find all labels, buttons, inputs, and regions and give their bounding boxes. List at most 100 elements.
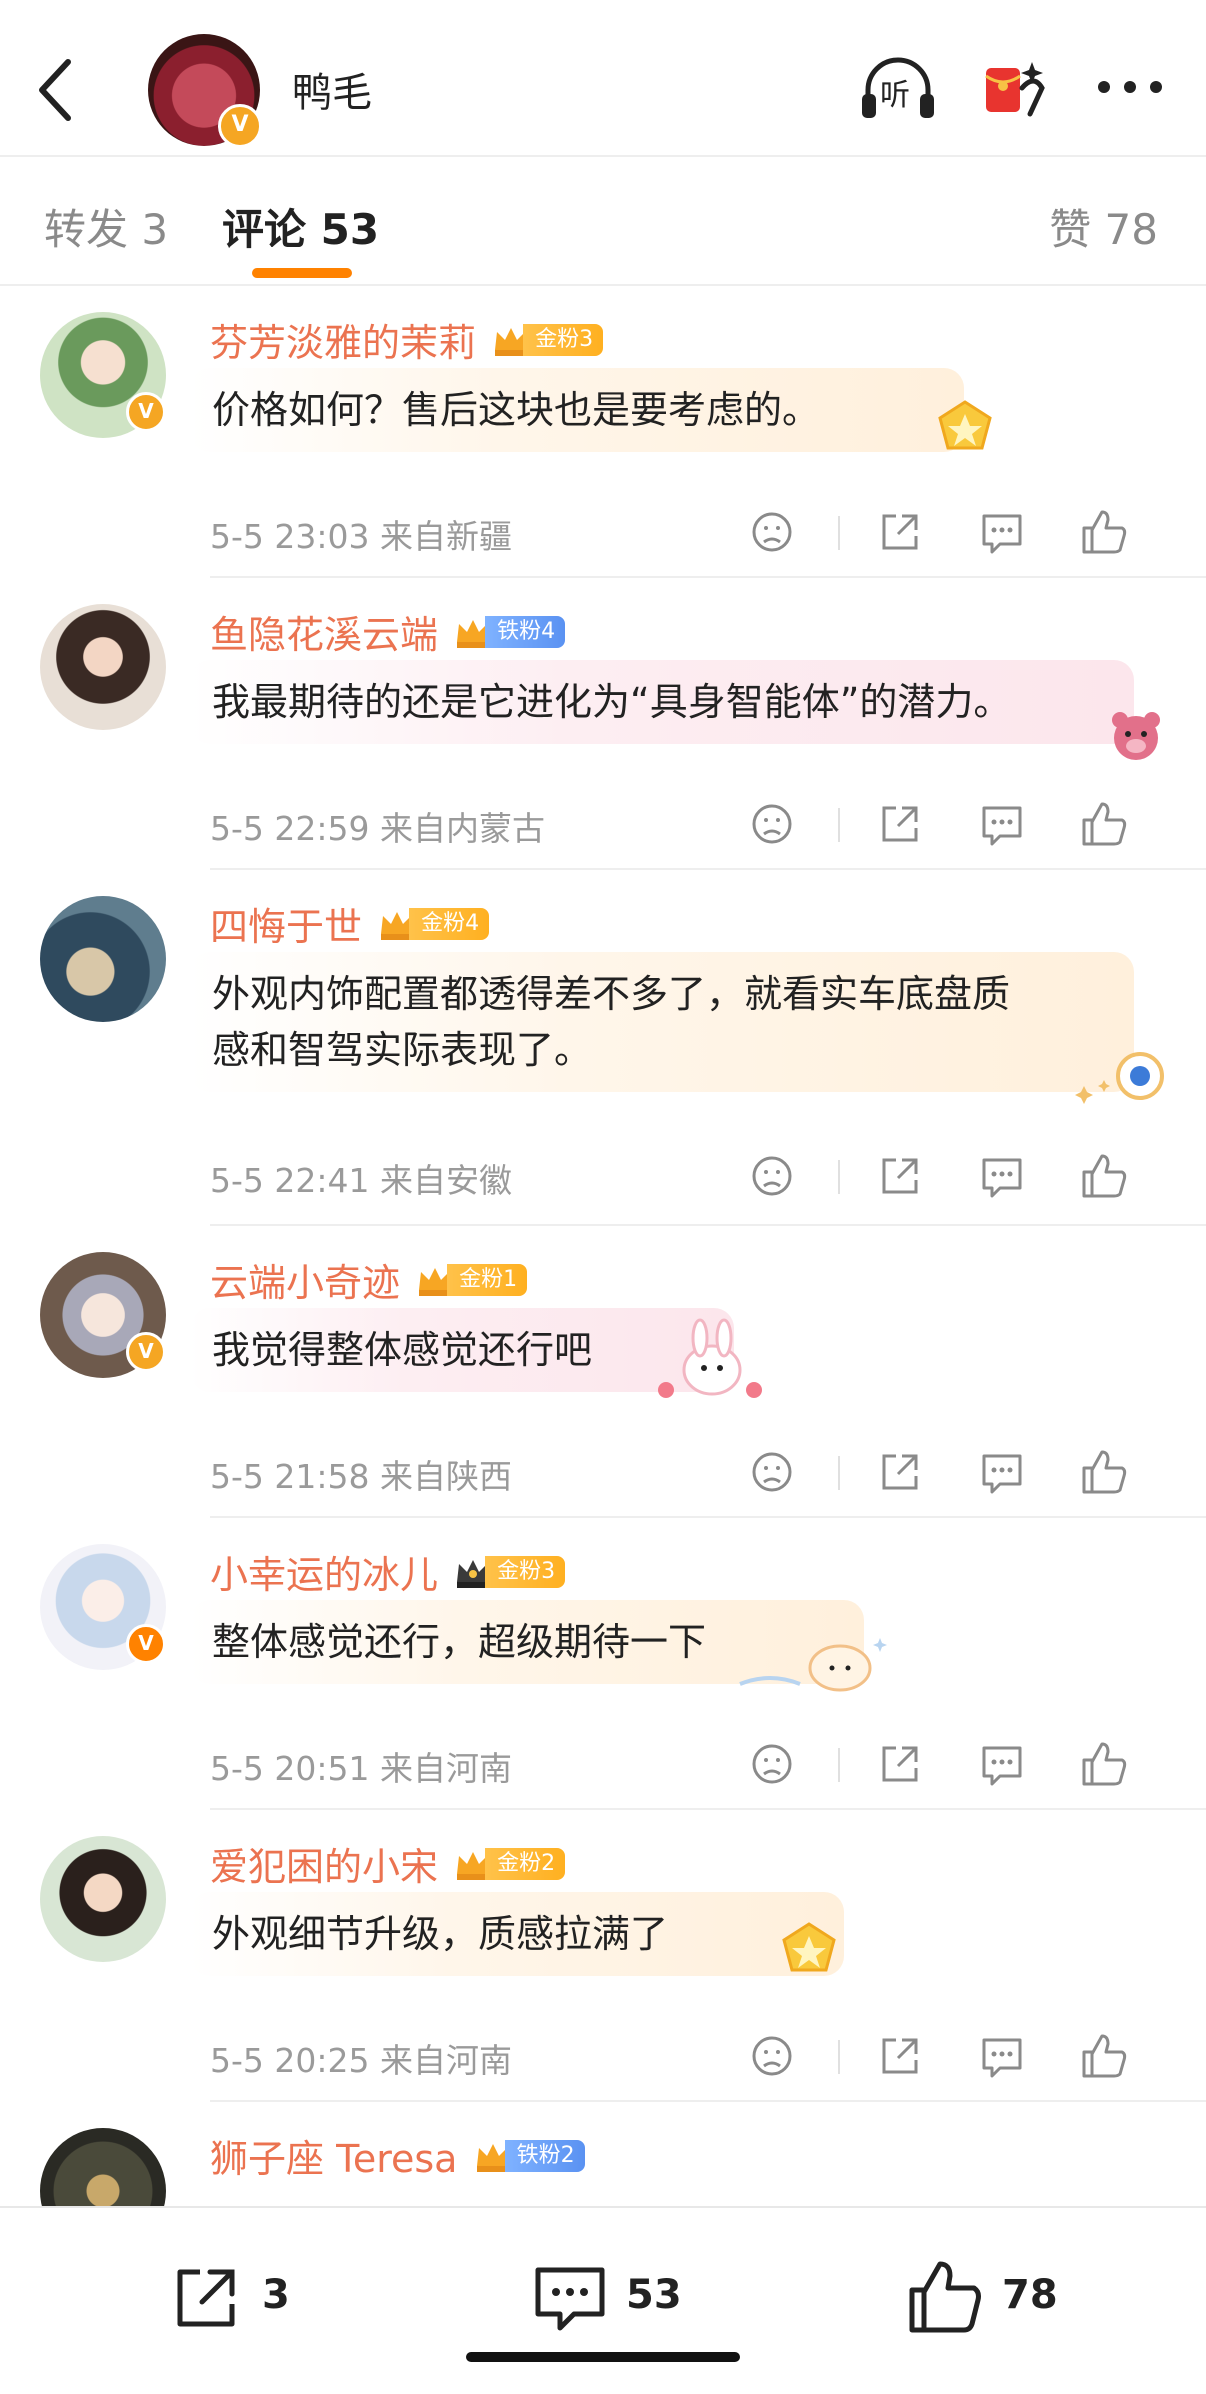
medal-sticker-icon (782, 1922, 836, 1972)
like-count: 78 (1002, 2272, 1058, 2318)
username-row: 云端小奇迹 金粉1 (210, 1252, 528, 1305)
avatar[interactable]: V (40, 1252, 166, 1378)
share-icon[interactable] (874, 1446, 926, 1498)
share-icon[interactable] (874, 2030, 926, 2082)
comment-meta: 5-5 20:25 来自河南 (210, 2034, 512, 2082)
comment-count: 53 (626, 2272, 682, 2318)
fan-badge[interactable]: 金粉1 (415, 1260, 528, 1300)
listen-button[interactable]: 听 (860, 56, 936, 120)
tab-comment[interactable]: 评论 53 (222, 196, 379, 257)
back-arrow-icon[interactable] (28, 50, 88, 130)
comment-time: 5-5 20:51 (210, 1749, 370, 1788)
action-divider (838, 516, 840, 550)
avatar[interactable] (40, 1836, 166, 1962)
comment-location: 来自河南 (380, 1749, 512, 1788)
username-row: 爱犯困的小宋 金粉2 (210, 1836, 566, 1889)
username[interactable]: 四悔于世 (210, 905, 362, 949)
fan-badge[interactable]: 铁粉2 (473, 2136, 585, 2176)
comment-time: 5-5 22:41 (210, 1161, 370, 1200)
share-icon[interactable] (874, 1738, 926, 1790)
reply-icon[interactable] (976, 506, 1028, 558)
share-icon[interactable] (874, 1150, 926, 1202)
comment-location: 来自河南 (380, 2041, 512, 2080)
comment-actions (746, 2030, 1206, 2090)
active-tab-indicator (252, 268, 352, 278)
author-avatar[interactable]: V (148, 34, 262, 148)
reply-icon[interactable] (976, 798, 1028, 850)
like-icon[interactable] (1078, 1150, 1130, 1202)
username-row: 狮子座 Teresa 铁粉2 (210, 2128, 585, 2181)
share-icon (177, 2269, 235, 2327)
comment-time: 5-5 23:03 (210, 517, 370, 556)
avatar[interactable] (40, 896, 166, 1022)
dislike-icon[interactable] (746, 506, 798, 558)
fan-badge[interactable]: 金粉3 (453, 1552, 566, 1592)
comment-icon (535, 2267, 605, 2331)
bun-sticker-icon (739, 1638, 887, 1692)
username-row: 小幸运的冰儿 金粉3 (210, 1544, 566, 1597)
like-icon[interactable] (1078, 2030, 1130, 2082)
forward-count: 3 (262, 2272, 290, 2318)
comment-actions (746, 506, 1206, 566)
comment-time: 5-5 21:58 (210, 1457, 370, 1496)
dislike-icon[interactable] (746, 1738, 798, 1790)
verified-badge-icon: V (126, 392, 166, 432)
comment-list: V 芬芳淡雅的茉莉 金粉3 价格如何？售后这块也是要考虑的。 5-5 23:03… (0, 286, 1206, 2394)
fan-badge[interactable]: 铁粉4 (453, 612, 566, 652)
comment-item: V 云端小奇迹 金粉1 我觉得整体感觉还行吧 5-5 21:58 来自陕西 (0, 1226, 1206, 1518)
fan-badge[interactable]: 金粉2 (453, 1844, 566, 1884)
username[interactable]: 狮子座 Teresa (210, 2137, 457, 2181)
avatar[interactable]: V (40, 1544, 166, 1670)
username-row: 芬芳淡雅的茉莉 金粉3 (210, 312, 604, 365)
comment-text: 外观内饰配置都透得差不多了，就看实车底盘质 感和智驾实际表现了。 (190, 952, 1134, 1092)
avatar[interactable]: V (40, 312, 166, 438)
comment-text: 外观细节升级，质感拉满了 (190, 1892, 844, 1976)
share-icon[interactable] (874, 506, 926, 558)
like-icon[interactable] (1078, 1446, 1130, 1498)
fan-badge[interactable]: 金粉4 (377, 904, 490, 944)
comment-actions (746, 1150, 1206, 1210)
reply-icon[interactable] (976, 1150, 1028, 1202)
tab-like[interactable]: 赞 78 (1049, 196, 1158, 257)
username[interactable]: 爱犯困的小宋 (210, 1845, 438, 1889)
like-icon[interactable] (1078, 506, 1130, 558)
page-title[interactable]: 鸭毛 (292, 60, 372, 118)
like-icon[interactable] (1078, 798, 1130, 850)
comment-location: 来自新疆 (380, 517, 512, 556)
avatar[interactable] (40, 604, 166, 730)
forward-button[interactable]: 3 (166, 2258, 316, 2338)
comment-actions (746, 1738, 1206, 1798)
like-button[interactable]: 78 (906, 2258, 1086, 2338)
comment-meta: 5-5 23:03 来自新疆 (210, 510, 512, 558)
dislike-icon[interactable] (746, 2030, 798, 2082)
comment-item: 鱼隐花溪云端 铁粉4 我最期待的还是它进化为“具身智能体”的潜力。 5-5 22… (0, 578, 1206, 870)
like-icon[interactable] (1078, 1738, 1130, 1790)
verified-badge-icon: V (126, 1332, 166, 1372)
username[interactable]: 芬芳淡雅的茉莉 (210, 321, 476, 365)
action-divider (838, 1456, 840, 1490)
comment-button[interactable]: 53 (530, 2258, 710, 2338)
top-nav-bar: V 鸭毛 听 (0, 0, 1206, 157)
medal-sticker-icon (938, 400, 992, 450)
bear-sticker-icon (1112, 712, 1160, 760)
share-icon[interactable] (874, 798, 926, 850)
comment-meta: 5-5 22:59 来自内蒙古 (210, 802, 545, 850)
red-packet-icon[interactable] (982, 54, 1052, 124)
reply-icon[interactable] (976, 1738, 1028, 1790)
verified-badge-icon: V (126, 1624, 166, 1664)
dislike-icon[interactable] (746, 1446, 798, 1498)
username[interactable]: 小幸运的冰儿 (210, 1553, 438, 1597)
more-options-icon[interactable] (1090, 72, 1170, 102)
action-divider (838, 808, 840, 842)
dislike-icon[interactable] (746, 1150, 798, 1202)
dislike-icon[interactable] (746, 798, 798, 850)
reply-icon[interactable] (976, 1446, 1028, 1498)
tab-forward[interactable]: 转发 3 (44, 196, 168, 257)
username[interactable]: 云端小奇迹 (210, 1261, 400, 1305)
username[interactable]: 鱼隐花溪云端 (210, 613, 438, 657)
interaction-tabs: 转发 3 评论 53 赞 78 (0, 156, 1206, 286)
comment-item: 爱犯困的小宋 金粉2 外观细节升级，质感拉满了 5-5 20:25 来自河南 (0, 1810, 1206, 2102)
fan-badge[interactable]: 金粉3 (491, 320, 604, 360)
comment-time: 5-5 22:59 (210, 809, 370, 848)
reply-icon[interactable] (976, 2030, 1028, 2082)
